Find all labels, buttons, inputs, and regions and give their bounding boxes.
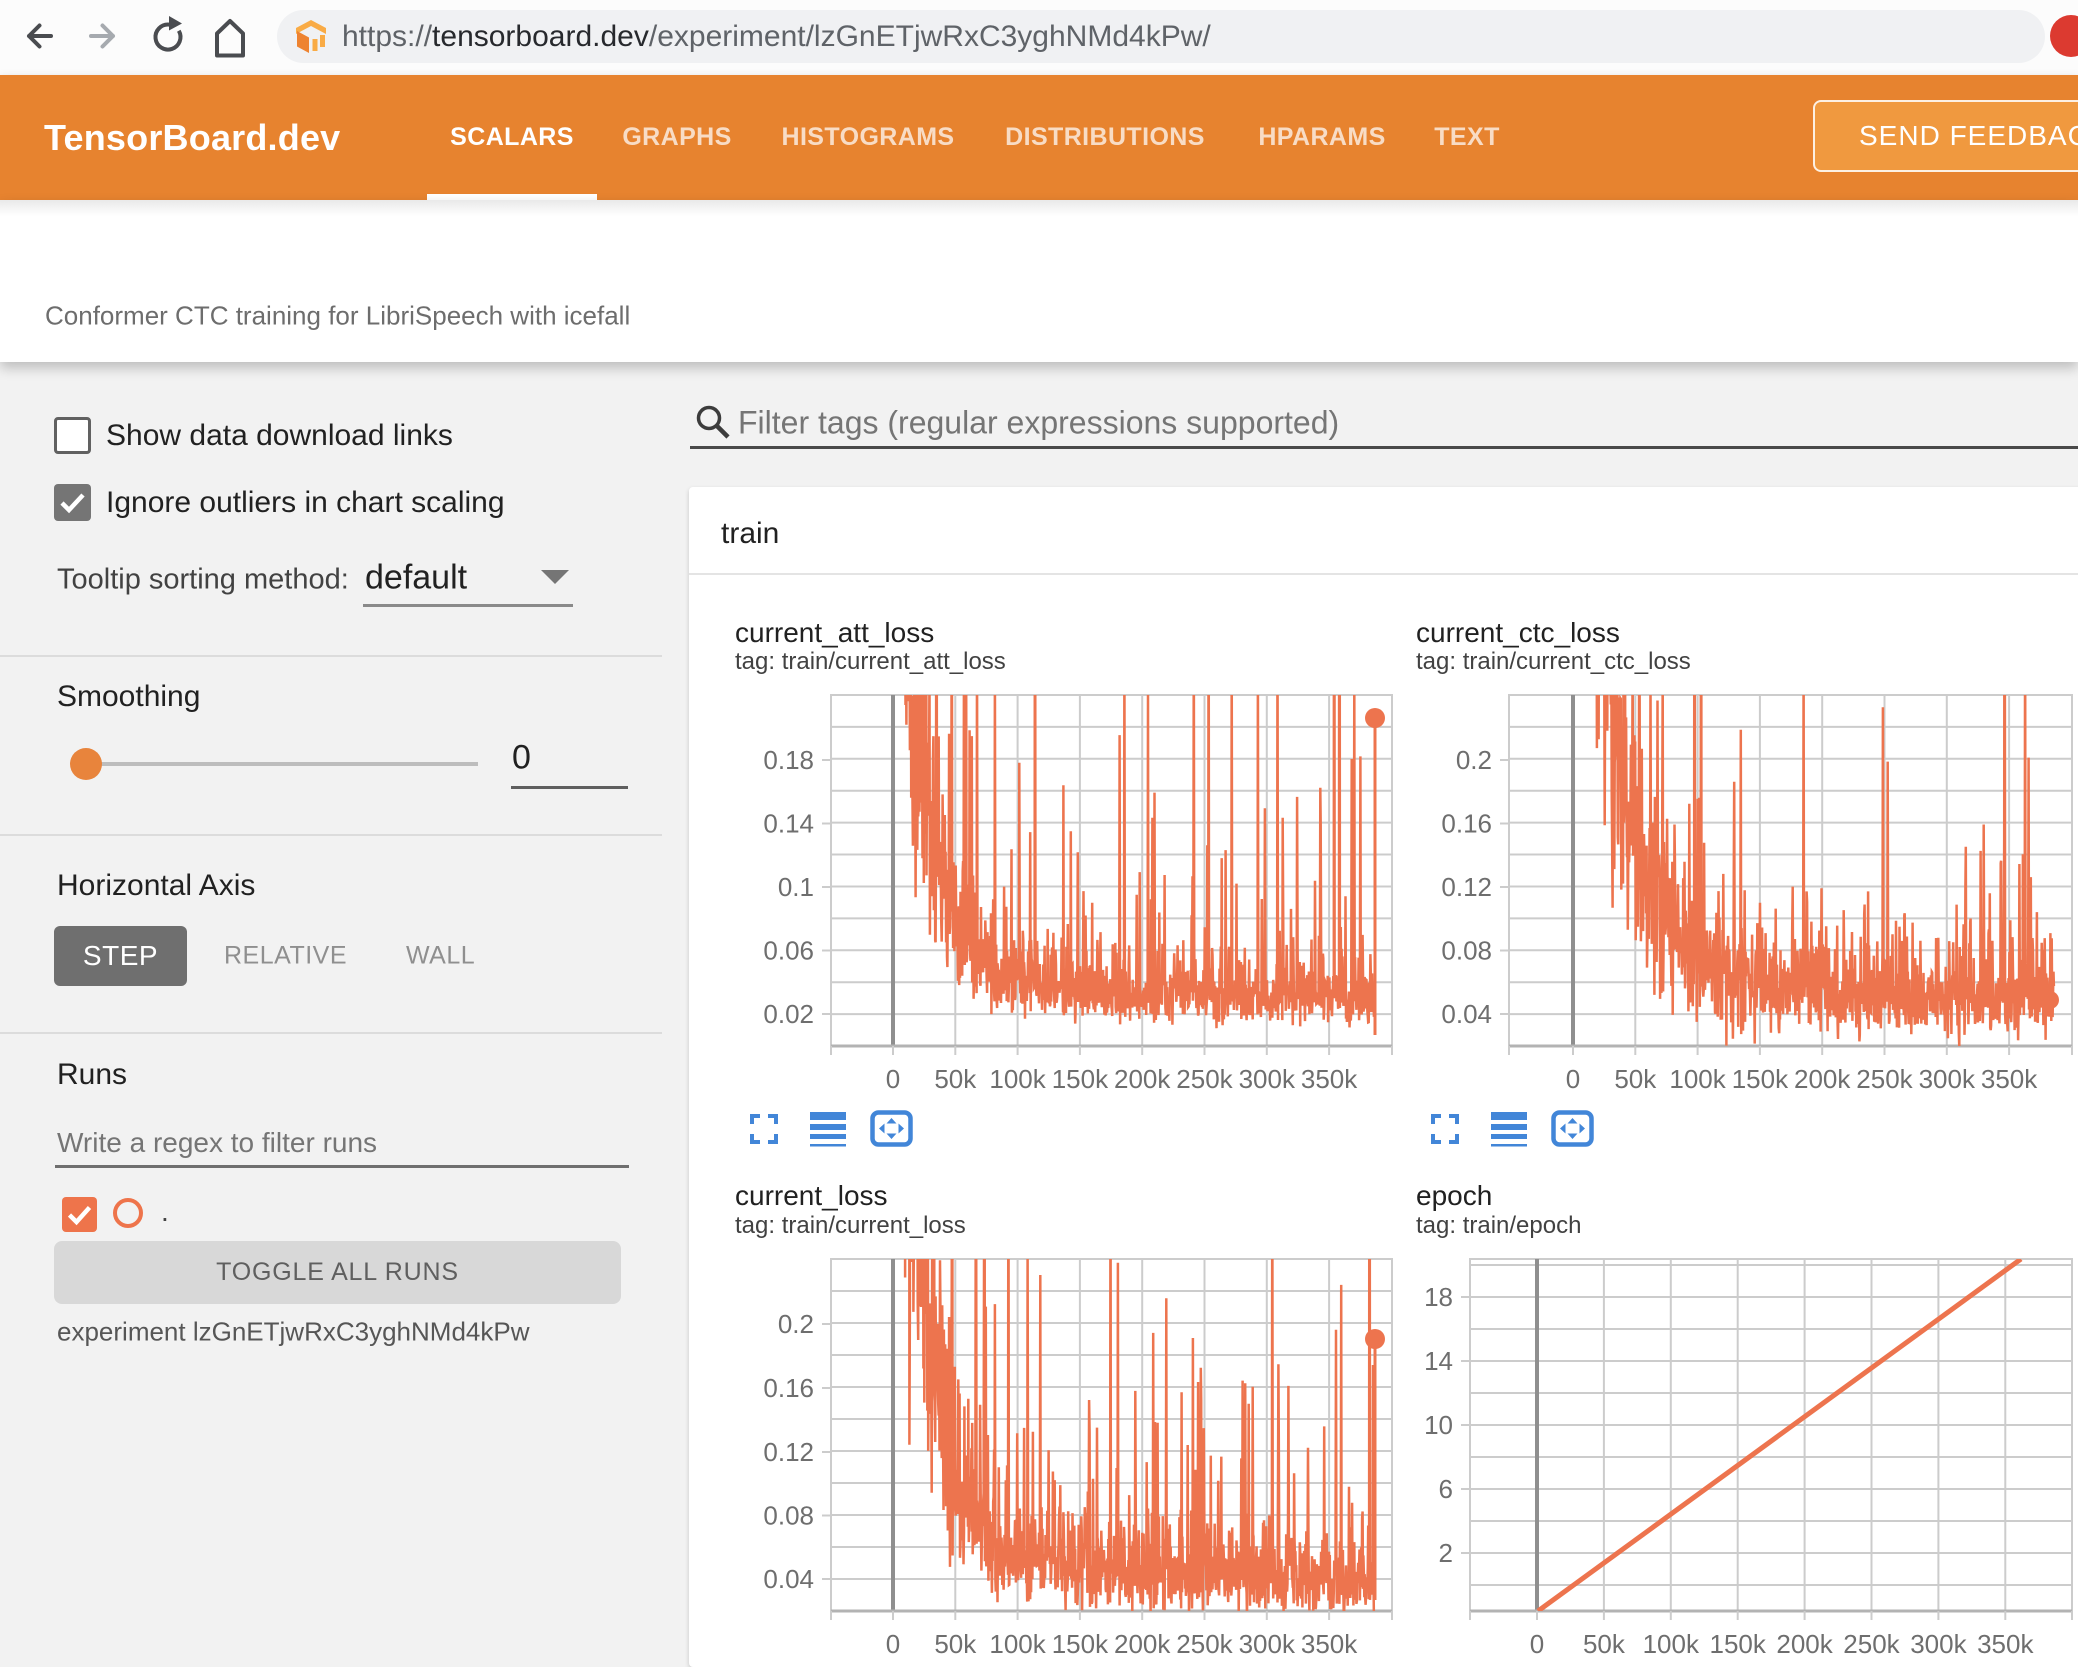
- svg-text:350k: 350k: [1977, 1629, 2034, 1659]
- svg-text:0: 0: [1530, 1629, 1544, 1659]
- svg-text:10: 10: [1424, 1410, 1453, 1440]
- svg-text:150k: 150k: [1052, 1629, 1109, 1659]
- svg-text:250k: 250k: [1176, 1629, 1233, 1659]
- svg-text:14: 14: [1424, 1346, 1453, 1376]
- svg-text:50k: 50k: [1583, 1629, 1626, 1659]
- svg-text:0: 0: [1566, 1064, 1580, 1094]
- svg-text:0.18: 0.18: [763, 745, 814, 775]
- svg-text:250k: 250k: [1856, 1064, 1913, 1094]
- svg-text:0.02: 0.02: [763, 999, 814, 1029]
- svg-text:150k: 150k: [1052, 1064, 1109, 1094]
- svg-text:0.1: 0.1: [778, 872, 814, 902]
- svg-text:50k: 50k: [934, 1064, 977, 1094]
- svg-text:50k: 50k: [1614, 1064, 1657, 1094]
- svg-text:50k: 50k: [934, 1629, 977, 1659]
- svg-text:250k: 250k: [1176, 1064, 1233, 1094]
- svg-text:0.08: 0.08: [1441, 936, 1492, 966]
- svg-text:200k: 200k: [1794, 1064, 1851, 1094]
- svg-text:100k: 100k: [1669, 1064, 1726, 1094]
- svg-text:6: 6: [1439, 1474, 1453, 1504]
- svg-text:100k: 100k: [989, 1629, 1046, 1659]
- svg-text:0.12: 0.12: [763, 1437, 814, 1467]
- svg-text:0.12: 0.12: [1441, 872, 1492, 902]
- svg-text:0.08: 0.08: [763, 1501, 814, 1531]
- svg-text:250k: 250k: [1843, 1629, 1900, 1659]
- svg-text:150k: 150k: [1732, 1064, 1789, 1094]
- svg-text:0: 0: [886, 1064, 900, 1094]
- svg-text:2: 2: [1439, 1538, 1453, 1568]
- svg-text:0.16: 0.16: [1441, 809, 1492, 839]
- svg-text:200k: 200k: [1776, 1629, 1833, 1659]
- svg-text:350k: 350k: [1301, 1629, 1358, 1659]
- svg-text:0.2: 0.2: [778, 1309, 814, 1339]
- svg-text:150k: 150k: [1710, 1629, 1767, 1659]
- svg-text:300k: 300k: [1239, 1064, 1296, 1094]
- svg-text:0.14: 0.14: [763, 809, 814, 839]
- svg-text:200k: 200k: [1114, 1629, 1171, 1659]
- svg-text:300k: 300k: [1239, 1629, 1296, 1659]
- svg-text:18: 18: [1424, 1282, 1453, 1312]
- svg-text:100k: 100k: [1643, 1629, 1700, 1659]
- svg-text:0.16: 0.16: [763, 1373, 814, 1403]
- svg-text:100k: 100k: [989, 1064, 1046, 1094]
- svg-text:0.04: 0.04: [1441, 999, 1492, 1029]
- svg-text:300k: 300k: [1919, 1064, 1976, 1094]
- svg-text:350k: 350k: [1301, 1064, 1358, 1094]
- svg-text:0.2: 0.2: [1456, 745, 1492, 775]
- svg-text:0: 0: [886, 1629, 900, 1659]
- svg-text:0.06: 0.06: [763, 936, 814, 966]
- svg-text:200k: 200k: [1114, 1064, 1171, 1094]
- svg-text:350k: 350k: [1981, 1064, 2038, 1094]
- svg-text:0.04: 0.04: [763, 1564, 814, 1594]
- svg-text:300k: 300k: [1910, 1629, 1967, 1659]
